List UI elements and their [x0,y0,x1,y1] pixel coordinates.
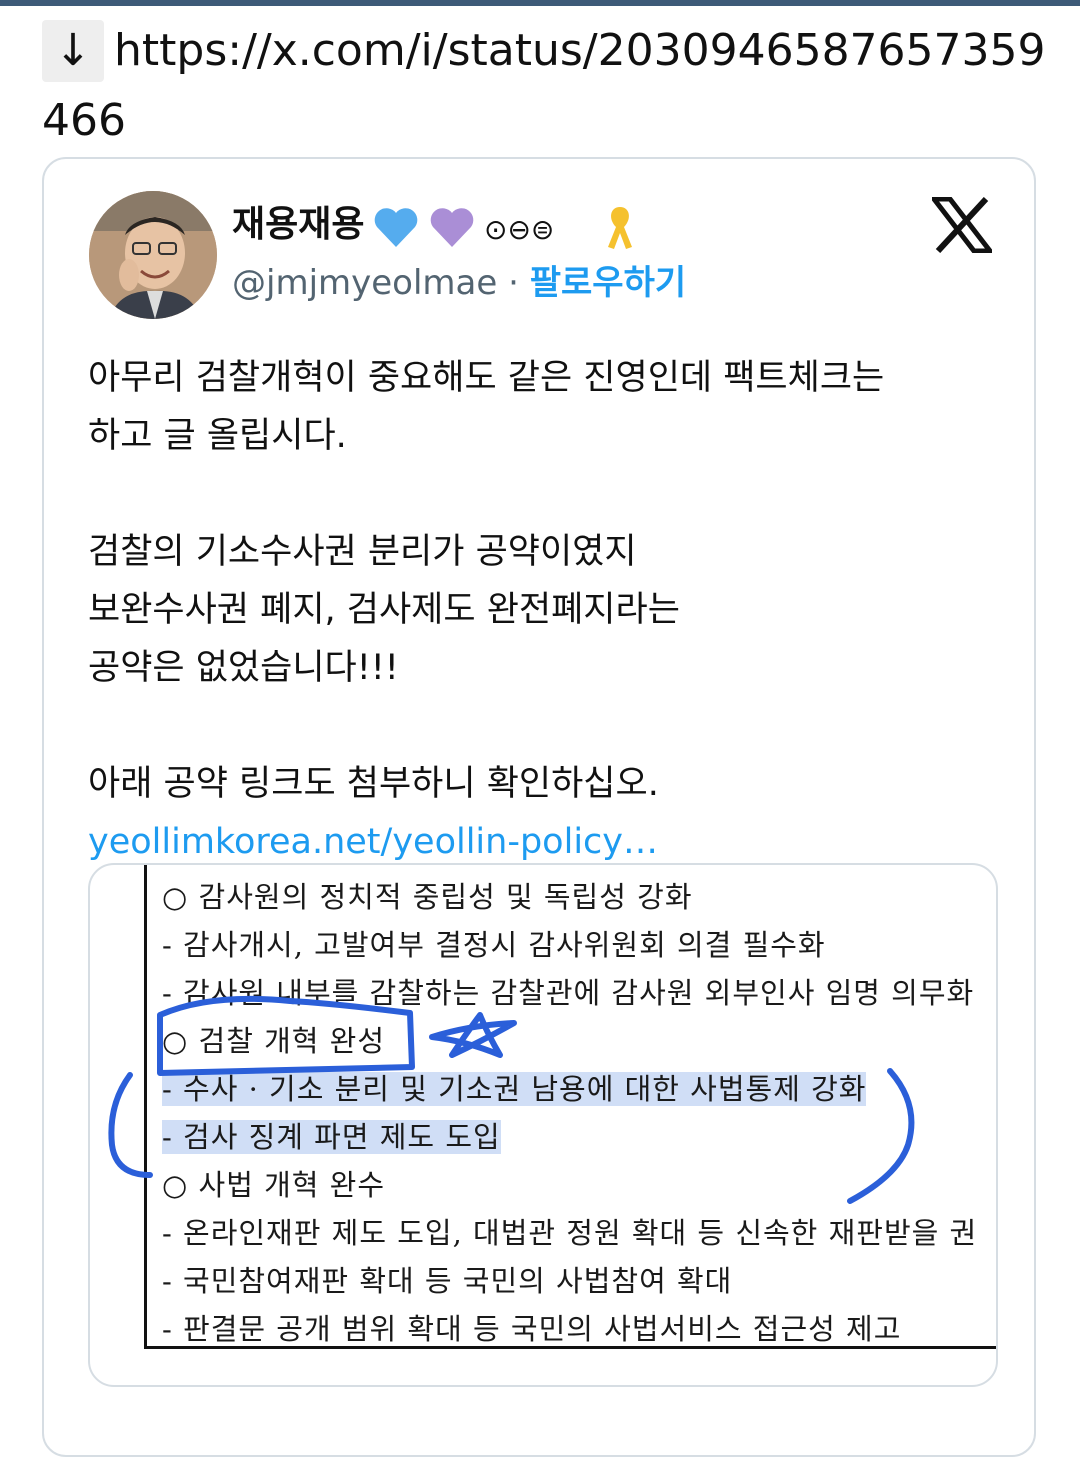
embedded-tweet-card[interactable]: 재용재용 ⊙⊖⊜ @jmjmyeolmae · 팔로우하기 아무리 검찰개혁이 … [42,157,1036,1457]
document-line: - 온라인재판 제도 도입, 대법관 정원 확대 등 신속한 재판받을 권 [162,1216,978,1250]
top-accent-bar [0,0,1080,6]
star-icon [429,1012,517,1058]
profile-emoji-badges: ⊙⊖⊜ [374,207,632,249]
tweet-line: 아무리 검찰개혁이 중요해도 같은 진영인데 팩트체크는 [88,358,885,398]
tweet-line: 보완수사권 폐지, 검사제도 완전폐지라는 [88,590,680,630]
down-arrow-icon: ↓ [42,20,104,82]
tweet-line: 하고 글 올립시다. [88,416,347,456]
tweet-text: 아무리 검찰개혁이 중요해도 같은 진영인데 팩트체크는 하고 글 올립시다. … [88,349,998,871]
document-line: - 감사원 내부를 감찰하는 감찰관에 감사원 외부인사 임명 의무화 [162,976,975,1010]
tweet-line: 검찰의 기소수사권 분리가 공약이였지 [88,532,637,572]
x-logo-icon[interactable] [932,197,992,253]
url-text[interactable]: https://x.com/i/status/20309465876573594… [42,25,1046,146]
display-name[interactable]: 재용재용 [232,195,364,255]
document-line: ○ 검찰 개혁 완성 [162,1024,386,1058]
document-border [144,865,147,1349]
follow-button[interactable]: 팔로우하기 [530,263,686,303]
attached-document-image[interactable]: ○ 감사원의 정치적 중립성 및 독립성 강화 - 감사개시, 고발여부 결정시… [88,863,998,1387]
highlighted-document-line: - 수사 · 기소 분리 및 기소권 남용에 대한 사법통제 강화 [162,1072,867,1106]
document-line: ○ 감사원의 정치적 중립성 및 독립성 강화 [162,880,693,914]
highlighted-document-line: - 검사 징계 파면 제도 도입 [162,1120,501,1154]
purple-heart-icon [430,208,474,247]
source-url[interactable]: ↓ https://x.com/i/status/2030946587657359… [42,16,1052,156]
avatar[interactable] [89,191,217,319]
document-line: - 감사개시, 고발여부 결정시 감사위원회 의결 필수화 [162,928,826,962]
tweet-line: 아래 공약 링크도 첨부하니 확인하십오. [88,764,659,804]
yellow-ribbon-icon [608,207,632,249]
symbols-text: ⊙⊖⊜ [484,213,554,246]
blue-heart-icon [374,208,418,247]
tweet-line: 공약은 없었습니다!!! [88,648,399,688]
document-line: - 판결문 공개 범위 확대 등 국민의 사법서비스 접근성 제고 [162,1312,902,1346]
avatar-photo-icon [89,191,217,319]
handle[interactable]: @jmjmyeolmae [232,263,497,303]
separator-dot: · [508,263,519,303]
handle-row: @jmjmyeolmae · 팔로우하기 [232,255,686,311]
document-line: ○ 사법 개혁 완수 [162,1168,386,1202]
document-line: - 국민참여재판 확대 등 국민의 사법참여 확대 [162,1264,733,1298]
